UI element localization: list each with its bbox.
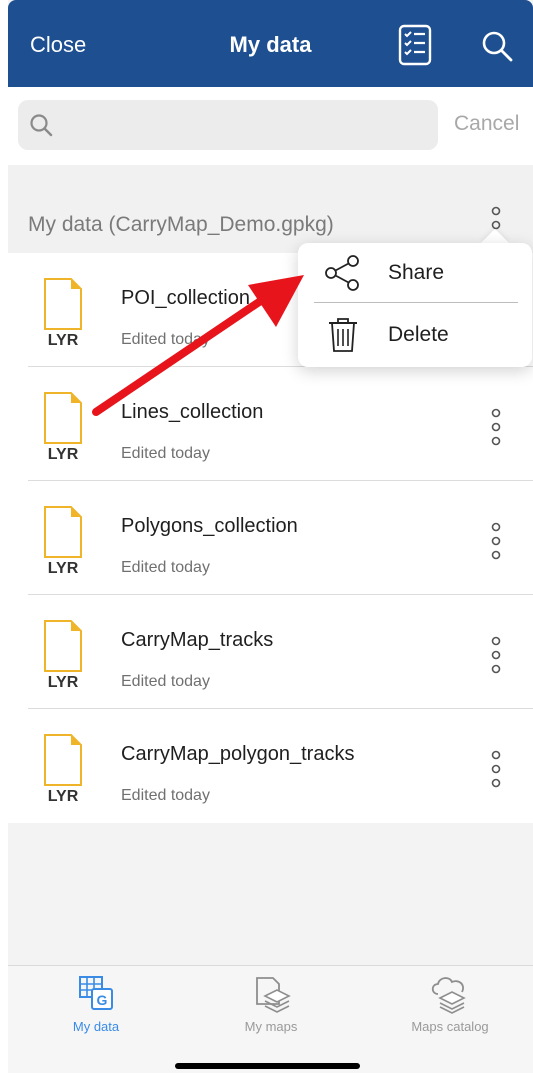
app-frame: Close My data Cancel My data (CarryMap_D… xyxy=(8,0,533,1073)
layer-row[interactable]: LYR CarryMap_tracks Edited today xyxy=(8,595,533,709)
checklist-icon[interactable] xyxy=(398,24,432,66)
tab-label: Maps catalog xyxy=(411,1019,489,1034)
more-options-icon[interactable] xyxy=(490,635,502,675)
layer-type-label: LYR xyxy=(48,560,79,575)
layer-name: Lines_collection xyxy=(121,401,264,423)
share-menu-item[interactable]: Share xyxy=(298,243,532,303)
menu-divider xyxy=(314,302,518,303)
search-icon[interactable] xyxy=(481,30,513,62)
layer-name: Polygons_collection xyxy=(121,515,298,537)
close-button[interactable]: Close xyxy=(30,32,86,58)
layer-type-label: LYR xyxy=(48,332,79,347)
layer-file-icon: LYR xyxy=(44,506,82,575)
layer-row[interactable]: LYR Lines_collection Edited today xyxy=(8,367,533,481)
screen: Close My data Cancel My data (CarryMap_D… xyxy=(0,0,533,1073)
layer-edited: Edited today xyxy=(121,331,210,348)
layer-name: POI_collection xyxy=(121,287,250,309)
more-options-icon[interactable] xyxy=(490,521,502,561)
layer-edited: Edited today xyxy=(121,787,210,804)
magnifier-icon xyxy=(30,114,53,137)
layer-file-icon: LYR xyxy=(44,392,82,461)
more-options-icon[interactable] xyxy=(490,749,502,789)
section-header: My data (CarryMap_Demo.gpkg) xyxy=(8,165,533,253)
search-bar: Cancel xyxy=(8,87,533,165)
layer-row[interactable]: LYR CarryMap_polygon_tracks Edited today xyxy=(8,709,533,823)
trash-icon xyxy=(329,318,357,352)
layer-type-label: LYR xyxy=(48,674,79,689)
more-options-icon[interactable] xyxy=(490,407,502,447)
layer-type-label: LYR xyxy=(48,446,79,461)
tab-label: My data xyxy=(72,1019,120,1034)
maps-catalog-icon xyxy=(431,977,466,1014)
layer-file-icon: LYR xyxy=(44,620,82,689)
layer-name: CarryMap_polygon_tracks xyxy=(121,743,355,765)
menu-label: Share xyxy=(388,261,445,284)
tab-my-maps[interactable]: My maps xyxy=(191,966,351,1041)
section-title: My data (CarryMap_Demo.gpkg) xyxy=(28,213,334,236)
home-indicator xyxy=(175,1063,360,1069)
menu-label: Delete xyxy=(388,323,449,346)
layer-row[interactable]: LYR Polygons_collection Edited today xyxy=(8,481,533,595)
layer-edited: Edited today xyxy=(121,445,210,462)
layer-name: CarryMap_tracks xyxy=(121,629,274,651)
context-menu: Share Delete xyxy=(298,243,532,367)
layer-type-label: LYR xyxy=(48,788,79,803)
my-data-icon: G xyxy=(79,976,113,1010)
search-input[interactable] xyxy=(60,111,420,139)
layer-edited: Edited today xyxy=(121,559,210,576)
tab-label: My maps xyxy=(244,1019,298,1034)
tab-bar: G My data My maps Maps catalog xyxy=(8,965,533,1073)
layer-edited: Edited today xyxy=(121,673,210,690)
my-maps-icon xyxy=(256,977,291,1013)
tab-maps-catalog[interactable]: Maps catalog xyxy=(370,966,530,1041)
tab-my-data[interactable]: G My data xyxy=(16,966,176,1041)
cancel-button[interactable]: Cancel xyxy=(454,112,519,136)
layer-file-icon: LYR xyxy=(44,278,82,347)
page-title: My data xyxy=(229,32,312,57)
delete-menu-item[interactable]: Delete xyxy=(298,305,532,365)
nav-bar: Close My data xyxy=(8,0,533,87)
svg-text:G: G xyxy=(97,992,108,1008)
layer-file-icon: LYR xyxy=(44,734,82,803)
share-icon xyxy=(325,255,359,291)
